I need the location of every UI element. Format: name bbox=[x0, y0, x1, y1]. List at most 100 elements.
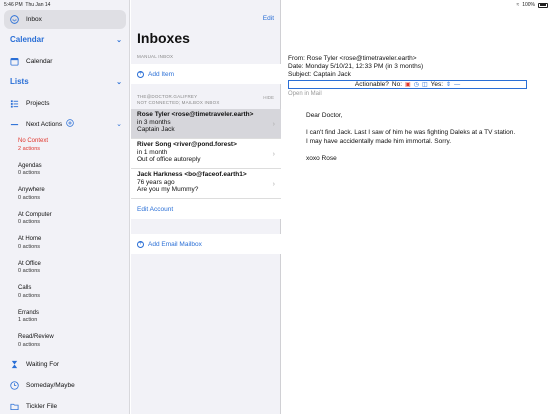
message-date: in 1 month bbox=[137, 148, 168, 156]
message-row[interactable]: Rose Tyler <rose@timetraveler.earth> in … bbox=[131, 109, 281, 139]
mailbox-header: THE@DOCTOR.GALIFREY bbox=[137, 94, 198, 99]
sidebar-item-label: Inbox bbox=[26, 16, 42, 23]
context-count: 2 actions bbox=[18, 145, 41, 152]
sidebar-item-projects[interactable]: Projects bbox=[4, 97, 126, 109]
context-count: 0 actions bbox=[18, 170, 41, 176]
context-item[interactable]: Anywhere 0 actions bbox=[18, 187, 45, 202]
body-greeting: Dear Doctor, bbox=[306, 112, 343, 119]
body-line-1: I can't find Jack. Last I saw of him he … bbox=[306, 129, 516, 136]
message-from: Rose Tyler <rose@timetraveler.earth> bbox=[137, 111, 254, 118]
calendar-section-header[interactable]: Calendar ⌄ bbox=[10, 35, 122, 44]
context-name: No Context bbox=[18, 138, 49, 144]
message-subject-line: Subject: Captain Jack bbox=[288, 71, 351, 78]
chevron-down-icon[interactable]: ⌄ bbox=[116, 120, 122, 128]
no-label: No: bbox=[391, 81, 403, 88]
context-item[interactable]: No Context 2 actions bbox=[18, 138, 48, 153]
context-name: Read/Review bbox=[18, 334, 54, 340]
section-label: Lists bbox=[10, 77, 29, 86]
plus-icon: + bbox=[137, 70, 144, 78]
edit-account-button[interactable]: Edit Account bbox=[131, 199, 281, 219]
message-row[interactable]: River Song <river@pond.forest> in 1 mont… bbox=[131, 139, 281, 169]
message-subject: Are you my Mummy? bbox=[137, 186, 199, 193]
message-subject: Captain Jack bbox=[137, 126, 175, 133]
message-from-line: From: Rose Tyler <rose@timetraveler.eart… bbox=[288, 55, 417, 62]
message-detail: From: Rose Tyler <rose@timetraveler.eart… bbox=[282, 0, 552, 414]
context-item[interactable]: Calls 0 actions bbox=[18, 285, 40, 300]
add-item-label: Add Item bbox=[148, 70, 175, 78]
status-bar: 5:46 PM Thu Jan 14 ≈ 100% bbox=[0, 0, 552, 9]
chevron-right-icon: › bbox=[272, 151, 275, 158]
add-context-button[interactable] bbox=[66, 119, 74, 129]
context-item[interactable]: At Office 0 actions bbox=[18, 261, 41, 276]
sidebar-item-calendar[interactable]: Calendar bbox=[4, 55, 126, 67]
sidebar-item-label: Waiting For bbox=[26, 360, 59, 368]
message-date: 76 years ago bbox=[137, 178, 175, 186]
context-item[interactable]: Read/Review 0 actions bbox=[18, 334, 54, 349]
sidebar-item-next-actions[interactable]: Next Actions ⌄ bbox=[4, 118, 126, 130]
context-name: At Computer bbox=[18, 211, 52, 218]
folder-icon[interactable]: ◫ bbox=[422, 81, 428, 88]
actionable-label: Actionable? bbox=[354, 81, 389, 88]
battery-icon bbox=[538, 2, 548, 8]
message-row[interactable]: Jack Harkness <bo@faceof.earth1> 76 year… bbox=[131, 169, 281, 199]
list-icon bbox=[9, 98, 19, 108]
dash-icon[interactable]: — bbox=[454, 82, 460, 88]
context-count: 0 actions bbox=[18, 243, 41, 250]
battery-percent: 100% bbox=[522, 2, 535, 8]
add-email-mailbox-button[interactable]: + Add Email Mailbox bbox=[131, 234, 281, 254]
context-name: Agendas bbox=[18, 162, 42, 169]
chevron-down-icon: ⌄ bbox=[116, 78, 122, 86]
context-item[interactable]: At Home 0 actions bbox=[18, 236, 41, 251]
open-in-mail-link[interactable]: Open in Mail bbox=[288, 91, 322, 97]
context-count: 0 actions bbox=[18, 292, 41, 299]
chevron-down-icon: ⌄ bbox=[116, 36, 122, 44]
hide-button[interactable]: HIDE bbox=[263, 95, 274, 100]
context-name: Errands bbox=[18, 309, 40, 316]
chevron-right-icon: › bbox=[272, 181, 275, 188]
section-label: Calendar bbox=[10, 35, 45, 44]
sidebar-item-waiting-for[interactable]: Waiting For bbox=[4, 358, 126, 370]
context-item[interactable]: Agendas 0 actions bbox=[18, 163, 42, 178]
sidebar-item-someday[interactable]: Someday/Maybe bbox=[4, 379, 126, 391]
stepper-icon[interactable]: ⇕ bbox=[446, 81, 451, 88]
folder-icon bbox=[9, 401, 19, 411]
yes-label: Yes: bbox=[430, 81, 444, 88]
context-count: 0 actions bbox=[18, 219, 41, 225]
inbox-list-panel: Edit Inboxes MANUAL INBOX + Add Item THE… bbox=[131, 0, 281, 414]
manual-inbox-header: MANUAL INBOX bbox=[137, 54, 174, 59]
calendar-icon bbox=[9, 56, 19, 66]
chevron-right-icon: › bbox=[272, 121, 275, 128]
sidebar-item-inbox[interactable]: Inbox bbox=[4, 10, 126, 29]
sidebar-item-tickler[interactable]: Tickler File bbox=[4, 400, 126, 412]
sidebar-item-label: Someday/Maybe bbox=[26, 381, 75, 389]
context-item[interactable]: At Computer 0 actions bbox=[18, 212, 52, 227]
page-title: Inboxes bbox=[137, 30, 190, 46]
message-from: Jack Harkness <bo@faceof.earth1> bbox=[137, 171, 247, 178]
lists-section-header[interactable]: Lists ⌄ bbox=[10, 77, 122, 86]
trash-icon[interactable]: ▣ bbox=[405, 81, 411, 88]
status-right: ≈ 100% bbox=[516, 2, 548, 8]
context-name: Anywhere bbox=[18, 187, 45, 193]
clock-icon[interactable]: ◷ bbox=[414, 81, 419, 88]
sidebar-item-label: Projects bbox=[26, 99, 50, 107]
edit-button[interactable]: Edit bbox=[263, 15, 274, 22]
message-from: River Song <river@pond.forest> bbox=[137, 141, 237, 148]
actionable-bar: Actionable? No: ▣ ◷ ◫ Yes: ⇕ — bbox=[288, 80, 527, 89]
message-subject: Out of office autoreply bbox=[137, 156, 201, 163]
add-item-button[interactable]: + Add Item bbox=[131, 64, 281, 84]
context-count: 1 action bbox=[18, 317, 38, 323]
clock-icon bbox=[9, 380, 19, 390]
sidebar: Inbox Calendar ⌄ Calendar Lists ⌄ Projec… bbox=[0, 0, 130, 414]
hourglass-icon bbox=[9, 359, 19, 369]
sidebar-item-label: Next Actions bbox=[26, 120, 63, 128]
context-count: 0 actions bbox=[18, 194, 41, 201]
context-item[interactable]: Errands 1 action bbox=[18, 310, 39, 325]
body-line-2: I may have accidentally made him immorta… bbox=[306, 138, 452, 145]
message-date-line: Date: Monday 5/10/21, 12:33 PM (in 3 mon… bbox=[288, 63, 424, 70]
inbox-icon bbox=[9, 15, 19, 25]
context-count: 0 actions bbox=[18, 341, 41, 348]
context-name: At Home bbox=[18, 236, 42, 242]
message-date: in 3 months bbox=[137, 118, 171, 126]
mailbox-status: NOT CONNECTED; MAILBOX INBOX bbox=[137, 100, 220, 105]
dash-icon bbox=[9, 119, 19, 129]
